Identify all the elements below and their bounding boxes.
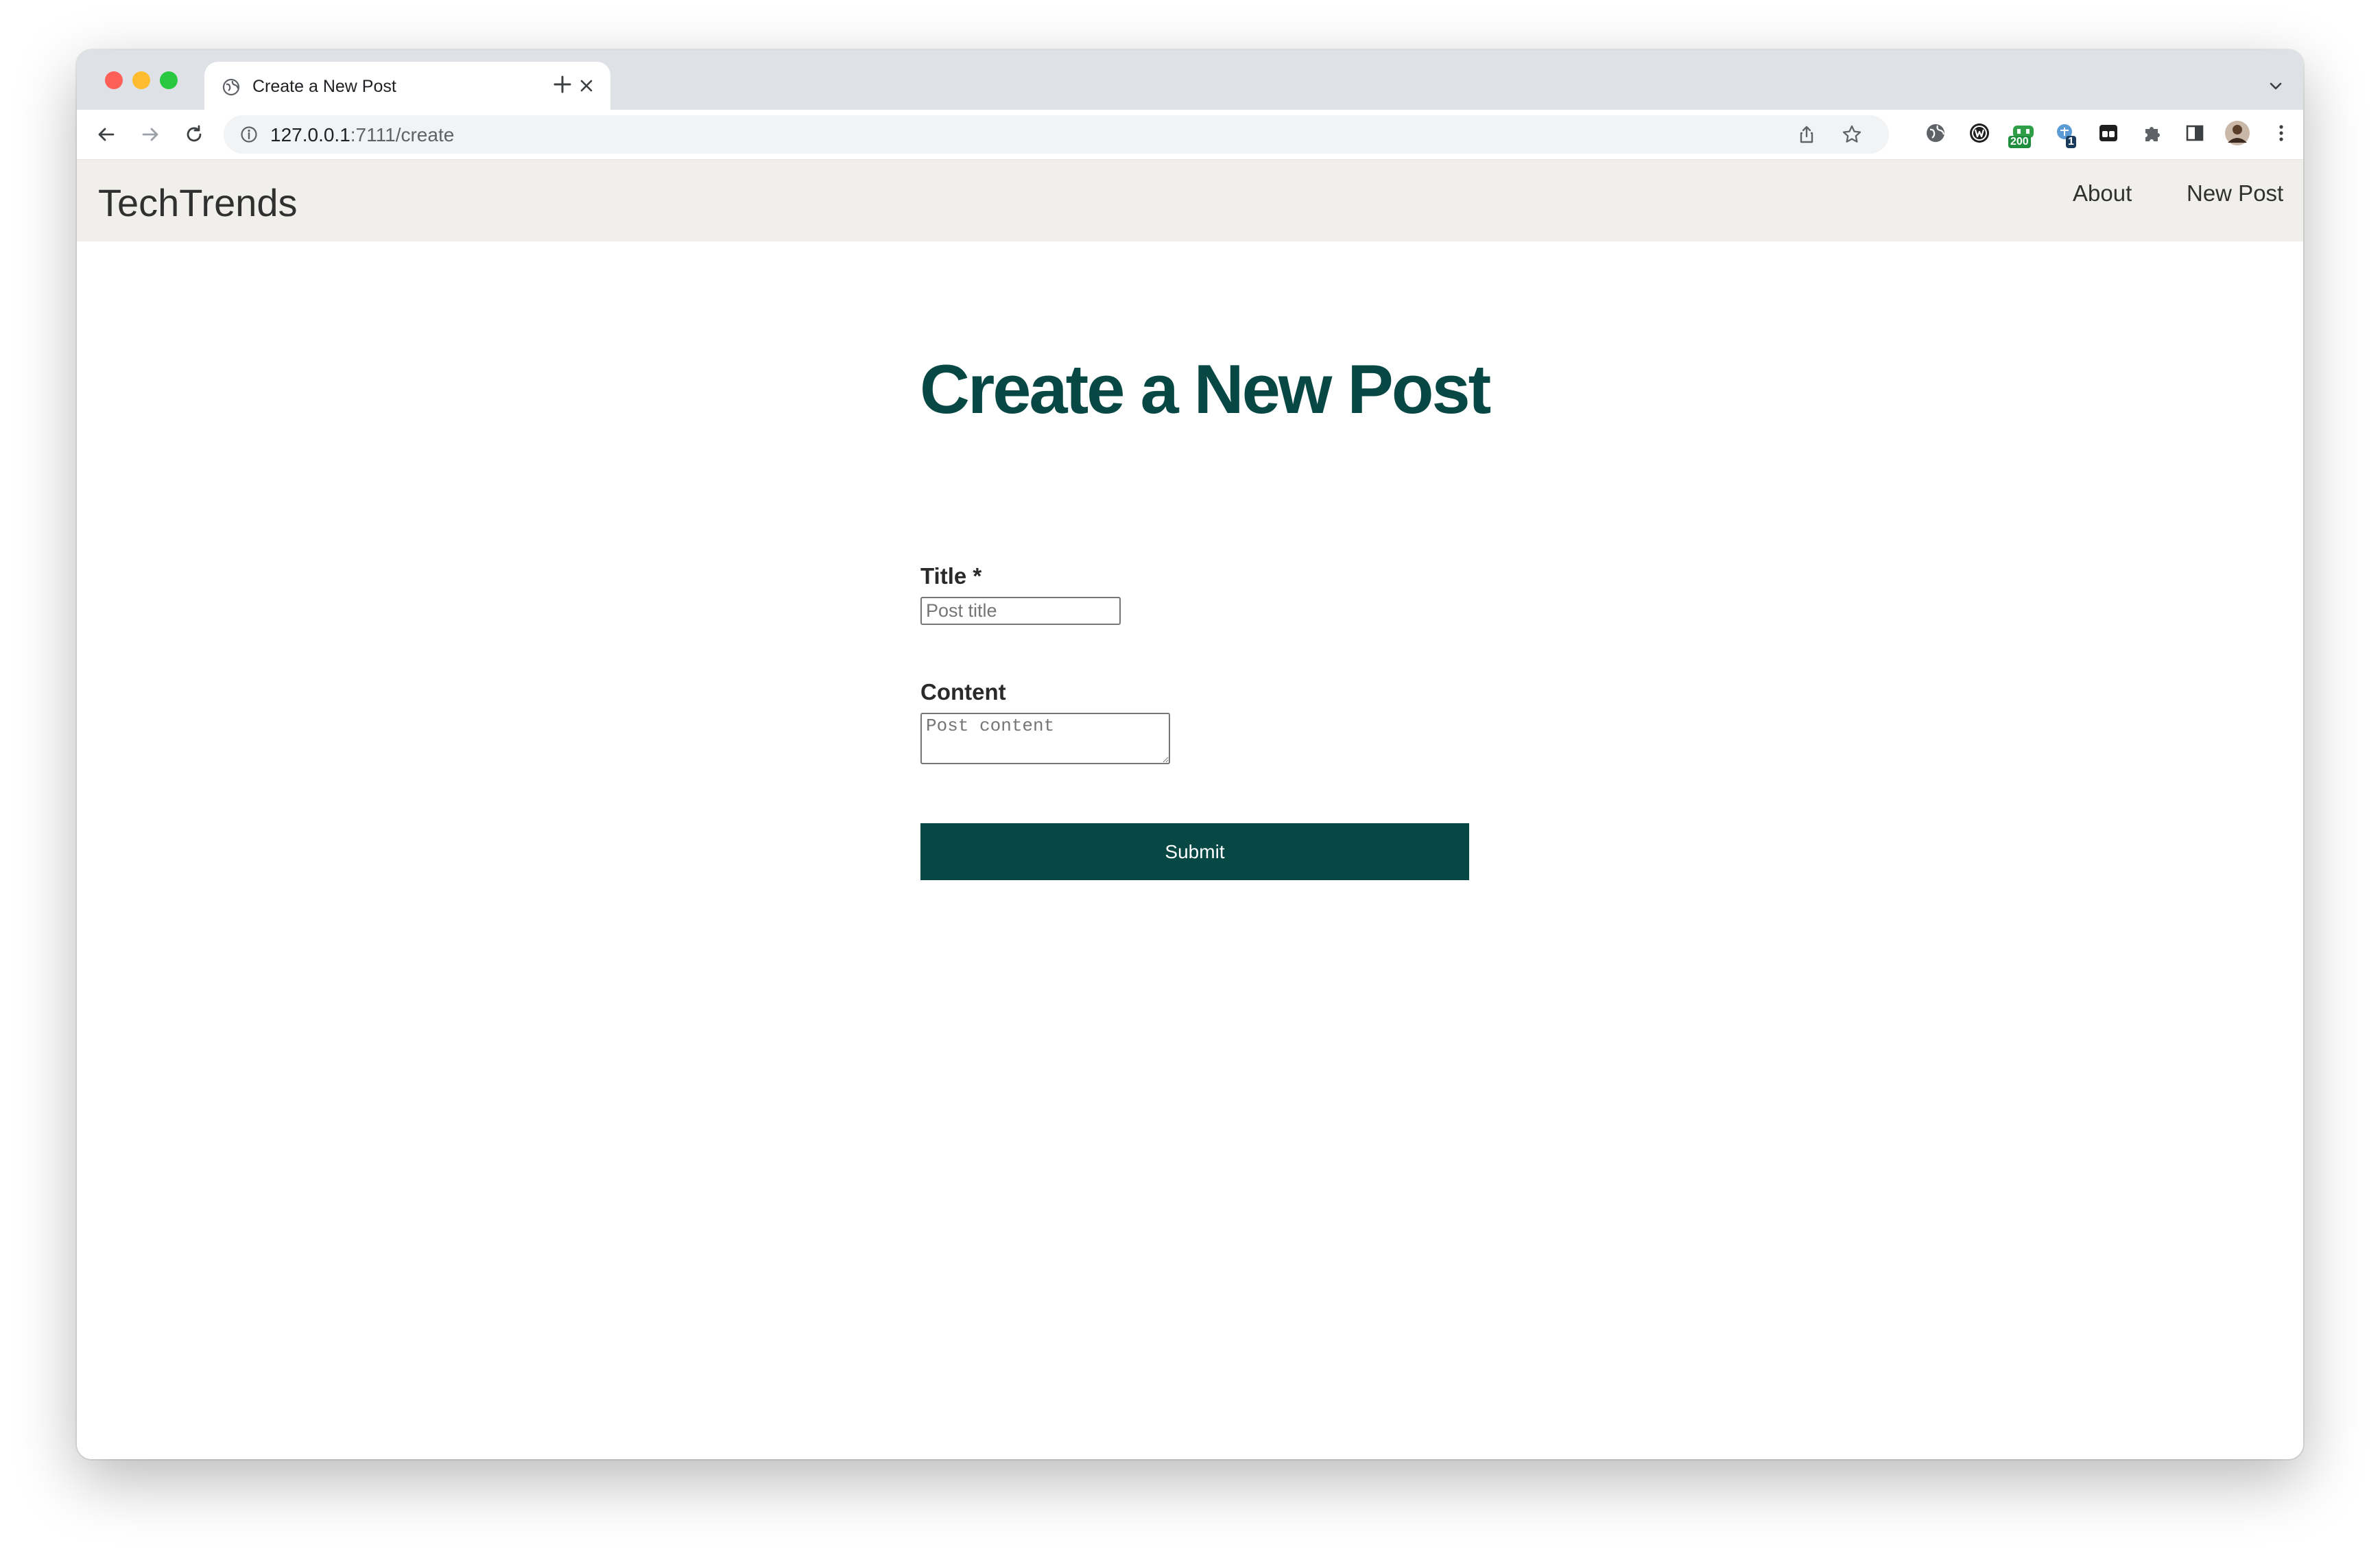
ext-badge-1: 1: [2066, 136, 2076, 148]
page-content: TechTrends About New Post Create a New P…: [77, 160, 2303, 1459]
bookmark-star-icon[interactable]: [1841, 123, 1863, 145]
tab-strip: Create a New Post: [77, 50, 2303, 111]
side-panel-icon[interactable]: [2181, 119, 2209, 147]
extensions-puzzle-icon[interactable]: [2139, 119, 2166, 147]
menu-kebab-icon[interactable]: [2268, 119, 2295, 147]
site-info-icon[interactable]: [240, 126, 258, 143]
globe-icon: [222, 78, 240, 96]
ext-translate-icon[interactable]: 1: [2052, 119, 2080, 148]
address-bar[interactable]: 127.0.0.1:7111/create: [224, 115, 1889, 154]
site-brand-link[interactable]: TechTrends: [98, 180, 298, 225]
nav-about-link[interactable]: About: [2073, 180, 2132, 206]
browser-window: Create a New Post 127.0.0.1:7111/create …: [77, 50, 2303, 1459]
maximize-window-button[interactable]: [160, 71, 178, 89]
site-navbar: TechTrends About New Post: [77, 160, 2303, 241]
profile-avatar[interactable]: [2224, 119, 2251, 147]
close-tab-icon[interactable]: [576, 75, 597, 96]
share-icon[interactable]: [1796, 123, 1818, 145]
nav-new-post-link[interactable]: New Post: [2187, 180, 2283, 206]
submit-button[interactable]: Submit: [920, 823, 1469, 880]
content-textarea[interactable]: [920, 713, 1170, 764]
tab-title: Create a New Post: [252, 77, 396, 96]
ext-glasses-icon[interactable]: [2095, 119, 2122, 147]
ext-globe-icon[interactable]: [1922, 119, 1949, 147]
url-text: 127.0.0.1:7111/create: [270, 124, 455, 145]
ext-badge-200: 200: [2008, 136, 2031, 148]
close-window-button[interactable]: [105, 71, 123, 89]
page-title: Create a New Post: [920, 351, 1491, 428]
browser-toolbar: 127.0.0.1:7111/create 200 1: [77, 110, 2303, 160]
ext-green-icon[interactable]: 200: [2008, 119, 2037, 148]
title-input[interactable]: [920, 597, 1121, 625]
title-label: Title *: [920, 563, 982, 589]
forward-arrow-icon[interactable]: [136, 121, 164, 148]
new-tab-plus-icon[interactable]: [550, 72, 575, 97]
back-arrow-icon[interactable]: [93, 121, 120, 148]
content-label: Content: [920, 679, 1006, 705]
reload-icon[interactable]: [180, 121, 208, 148]
minimize-window-button[interactable]: [132, 71, 150, 89]
ext-w-icon[interactable]: [1966, 119, 1993, 147]
chevron-down-icon[interactable]: [2266, 76, 2285, 95]
